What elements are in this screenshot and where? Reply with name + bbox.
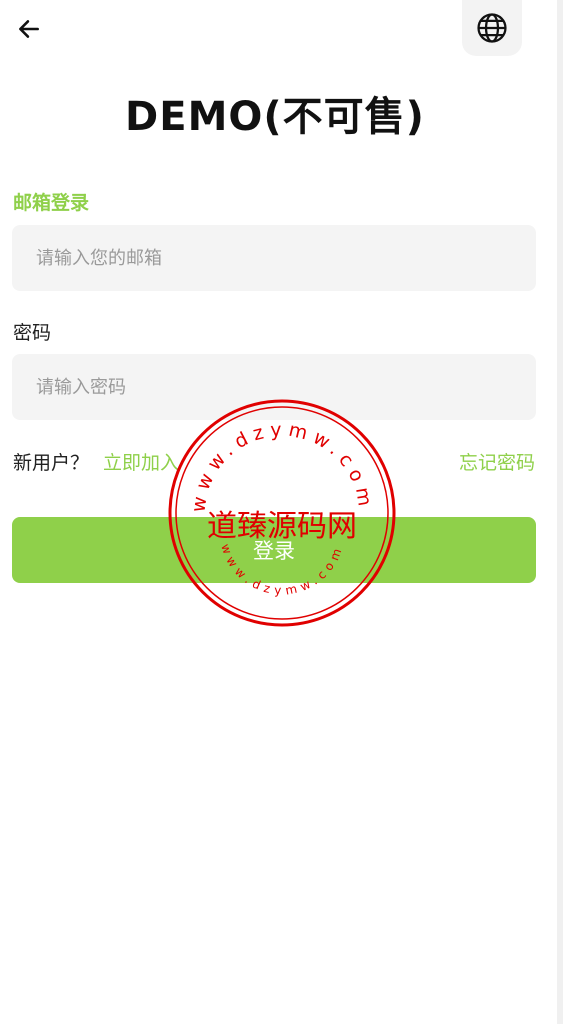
watermark-stamp: www.dzymw.com www.dzymw.com 道臻源码网: [168, 399, 396, 627]
language-button[interactable]: [462, 0, 522, 56]
back-button[interactable]: [14, 14, 44, 44]
email-input[interactable]: [12, 225, 536, 291]
join-now-link[interactable]: 立即加入: [103, 448, 179, 475]
forgot-password-link[interactable]: 忘记密码: [459, 448, 535, 475]
globe-icon: [477, 13, 507, 43]
svg-text:www.dzymw.com: www.dzymw.com: [187, 419, 376, 514]
right-edge-strip: [557, 0, 563, 1024]
password-label: 密码: [13, 322, 52, 344]
password-input[interactable]: [12, 354, 536, 420]
email-login-label: 邮箱登录: [13, 192, 90, 214]
arrow-left-icon: [19, 20, 39, 38]
new-user-text: 新用户？: [13, 452, 90, 474]
watermark-ring-top: www.dzymw.com: [187, 419, 370, 514]
login-button[interactable]: 登录: [12, 517, 536, 583]
page-title: DEMO(不可售): [125, 94, 425, 140]
